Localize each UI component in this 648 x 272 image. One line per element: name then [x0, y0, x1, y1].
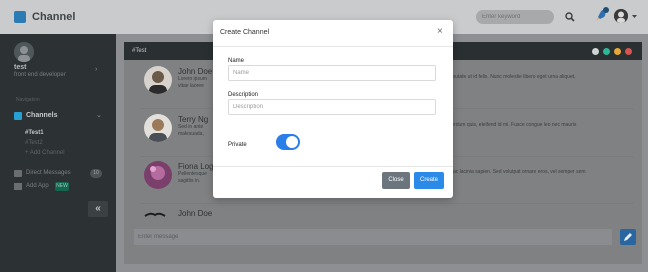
divider [140, 203, 634, 204]
sidebar-item-test2[interactable]: #Test2 [25, 140, 43, 146]
description-label: Description [228, 92, 259, 98]
create-channel-modal: Create Channel × Name Description Privat… [213, 20, 453, 198]
divider [213, 46, 453, 47]
close-button[interactable]: Close [382, 172, 410, 189]
create-button[interactable]: Create [414, 172, 444, 189]
message-text-continued: interdum quis, eleifend id mi. Fusce con… [446, 122, 577, 128]
profile-avatar[interactable] [14, 42, 34, 62]
status-dot-yellow[interactable] [614, 48, 621, 55]
app-title: Channel [32, 11, 76, 23]
collapse-sidebar-button[interactable]: « [88, 201, 108, 217]
message-author: Terry Ng [178, 115, 209, 124]
message-avatar[interactable] [144, 66, 172, 94]
sidebar-item-direct-messages[interactable]: Direct Messages 10 [14, 168, 114, 180]
channels-icon [14, 112, 22, 120]
description-field[interactable] [228, 99, 436, 115]
message-text: Sed in ante malesuada, [178, 124, 204, 137]
send-icon [624, 233, 632, 241]
sidebar: test front end developer › Navigation Ch… [0, 34, 116, 272]
sidebar-item-add-channel[interactable]: + Add Channel [25, 150, 65, 156]
message-avatar[interactable] [144, 208, 166, 220]
send-button[interactable] [620, 229, 636, 245]
message-avatar[interactable] [144, 161, 172, 189]
settings-icon[interactable] [592, 48, 599, 55]
chevron-down-icon: ⌄ [96, 112, 102, 119]
message-text: Pellentesque sagittis in. [178, 171, 207, 184]
message-text-continued: vulputate ut id felis. Nunc molestie lib… [446, 74, 576, 80]
avatar[interactable] [614, 9, 628, 23]
message-input[interactable] [134, 229, 612, 245]
divider [213, 166, 453, 167]
message-text-continued: at, ac lacinia sapien. Sed volutpat orna… [446, 169, 586, 175]
search-input[interactable] [476, 10, 554, 24]
modal-title: Create Channel [220, 29, 270, 36]
chevron-right-icon[interactable]: › [95, 66, 97, 73]
profile-role: front end developer [14, 72, 66, 78]
sidebar-item-channels[interactable]: Channels ⌄ [0, 109, 116, 123]
channel-logo-icon [14, 11, 26, 23]
status-dot-red[interactable] [625, 48, 632, 55]
channel-title: #Test [132, 48, 147, 54]
new-badge: NEW [55, 182, 69, 191]
message-author: John Doe [178, 67, 213, 76]
status-dot-green[interactable] [603, 48, 610, 55]
sidebar-item-label: Direct Messages [26, 170, 71, 176]
message-text: Lorem ipsum vitae laoree [178, 76, 207, 89]
chat-icon [14, 170, 22, 177]
message-avatar[interactable] [144, 114, 172, 142]
message-author: John Doe [178, 209, 213, 218]
count-badge: 10 [90, 169, 102, 178]
caret-down-icon[interactable] [631, 13, 638, 20]
sidebar-item-label: Channels [26, 112, 58, 119]
name-field[interactable] [228, 65, 436, 81]
sidebar-item-test1[interactable]: #Test1 [25, 130, 44, 136]
close-icon[interactable]: × [437, 27, 443, 37]
search-icon[interactable] [564, 11, 576, 23]
sidebar-item-label: Add App [26, 183, 49, 189]
private-label: Private [228, 142, 247, 148]
name-label: Name [228, 58, 245, 64]
toggle-knob [286, 136, 298, 148]
profile-name: test [14, 64, 27, 71]
brand[interactable]: Channel [14, 11, 75, 23]
message-item: John Doe [124, 206, 642, 224]
sidebar-item-add-app[interactable]: Add App NEW [14, 181, 114, 193]
notification-dot [603, 7, 609, 13]
grid-icon [14, 183, 22, 190]
private-toggle[interactable] [276, 134, 300, 150]
nav-heading: Navigation [16, 97, 40, 103]
message-author: Fiona Log [178, 162, 214, 171]
